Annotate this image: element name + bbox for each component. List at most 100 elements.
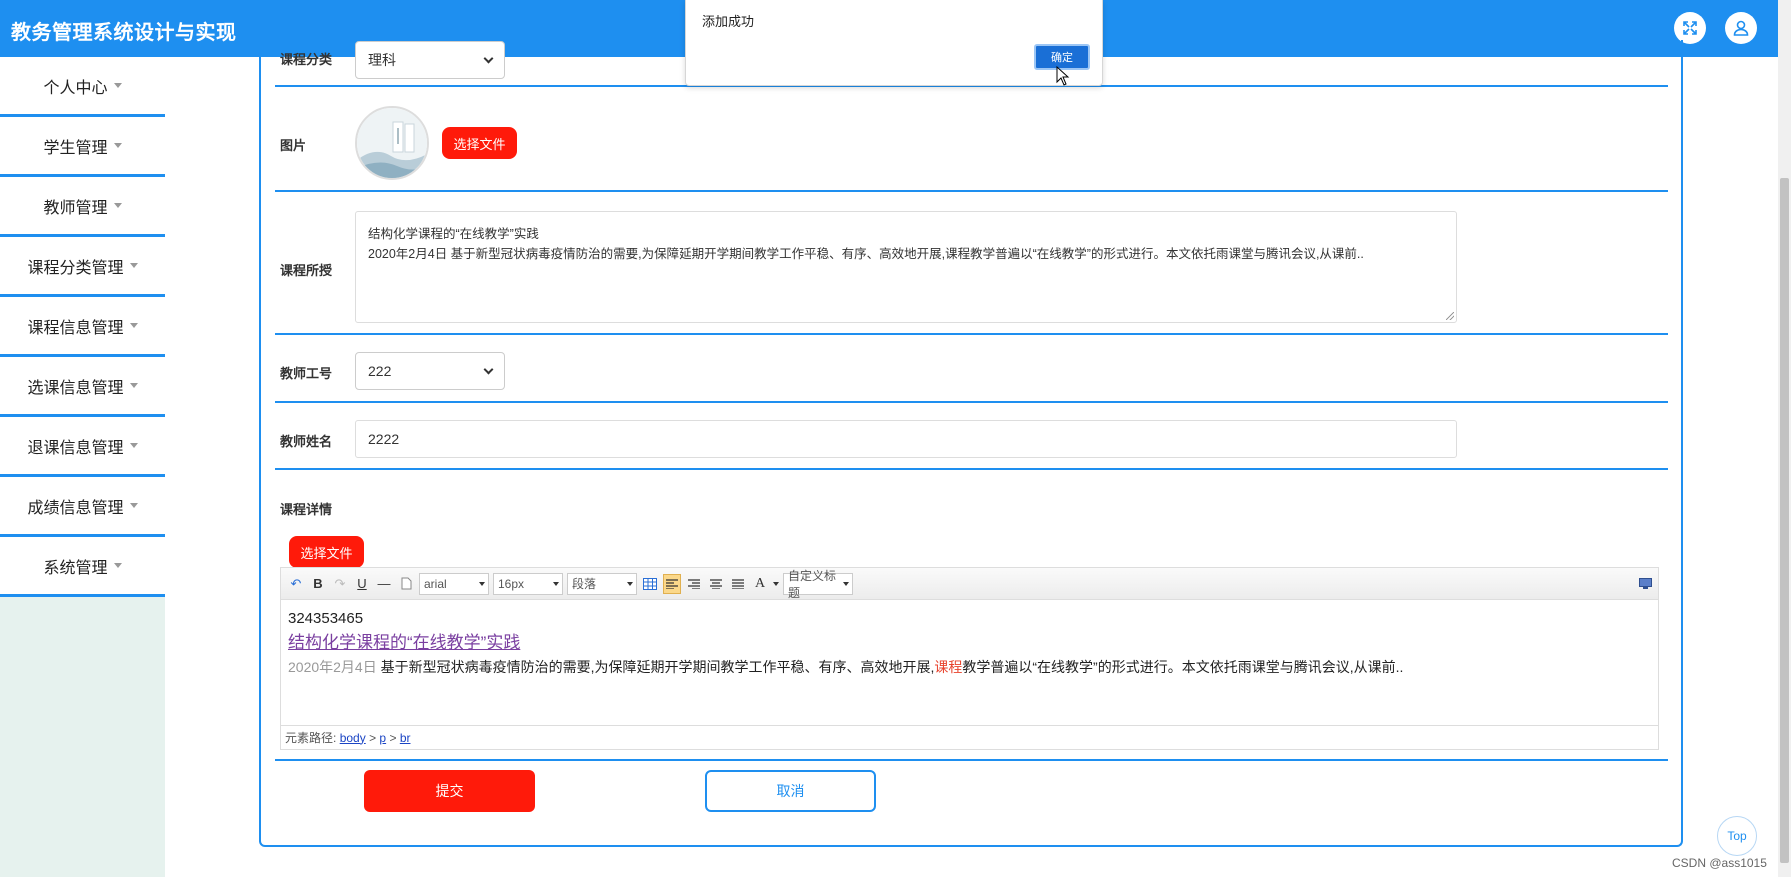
editor-line-3-text-b: 教学普遍以“在线教学”的形式进行。本文依托雨课堂与腾讯会议,从课前.. [962,659,1404,675]
caret-down-icon [129,383,138,388]
editor-line-2: 结构化学课程的“在线教学”实践 [288,633,521,652]
form-row-teacher-id: 教师工号 222 [275,335,1668,403]
sidebar-item-course-category[interactable]: 课程分类管理 [0,237,165,297]
source-code-icon[interactable] [1636,574,1654,594]
sidebar-item-label: 系统管理 [43,559,108,577]
sidebar-item-label: 成绩信息管理 [27,499,124,517]
font-family-value: arial [424,576,447,591]
caret-down-icon [113,83,122,88]
horizontal-rule-icon[interactable]: — [375,574,393,594]
sidebar-item-label: 教师管理 [43,199,108,217]
caret-down-icon [113,143,122,148]
sidebar: 个人中心 学生管理 教师管理 课程分类管理 课程信息管理 选课信息管理 退课信息… [0,57,165,877]
sidebar-item-course-selection[interactable]: 选课信息管理 [0,357,165,417]
custom-title-select[interactable]: 自定义标题 [783,569,853,600]
course-taught-label: 课程所授 [280,263,333,278]
form-row-image: 图片 选择文件 [275,87,1668,192]
alert-dialog: 添加成功 确定 [685,0,1103,86]
align-left-icon[interactable] [663,573,681,594]
course-taught-textarea[interactable]: 结构化学课程的“在线教学”实践 2020年2月4日 基于新型冠状病毒疫情防治的需… [355,211,1457,323]
dropdown-arrow-icon [553,581,559,586]
dropdown-arrow-icon [479,581,485,586]
caret-down-icon [129,263,138,268]
caret-down-icon [113,203,122,208]
path-link-p[interactable]: p [379,731,386,745]
caret-down-icon [113,563,122,568]
editor-content[interactable]: 324353465 结构化学课程的“在线教学”实践 2020年2月4日 基于新型… [288,608,1648,678]
watermark: CSDN @ass1015 [1672,856,1767,870]
rich-text-editor: ↶ B ↷ U — arial 16px 段落 A 自定义标题 32435346… [280,567,1659,750]
sidebar-item-course-info[interactable]: 课程信息管理 [0,297,165,357]
sidebar-item-system[interactable]: 系统管理 [0,537,165,597]
teacher-name-label: 教师姓名 [280,434,333,449]
dropdown-arrow-icon [627,581,633,586]
sidebar-item-label: 退课信息管理 [27,439,124,457]
align-center-icon[interactable] [707,574,725,594]
undo-icon[interactable]: ↶ [287,574,305,594]
font-color-icon[interactable]: A [751,574,769,594]
expand-icon [1683,21,1697,35]
underline-icon[interactable]: U [353,574,371,594]
dropdown-arrow-icon [843,581,849,586]
mouse-cursor-icon [1056,66,1070,86]
course-taught-line1: 结构化学课程的“在线教学”实践 [368,227,539,241]
sidebar-item-grades[interactable]: 成绩信息管理 [0,477,165,537]
path-link-br[interactable]: br [400,731,411,745]
element-path-label: 元素路径: [285,731,337,745]
editor-line-3-text-a: 基于新型冠状病毒疫情防治的需要,为保障延期开学期间教学工作平稳、有序、高效地开展… [376,659,935,675]
font-color-dropdown-icon[interactable] [773,581,779,586]
page-scrollbar[interactable] [1778,0,1791,877]
editor-line-3: 2020年2月4日 基于新型冠状病毒疫情防治的需要,为保障延期开学期间教学工作平… [288,656,1648,678]
editor-toolbar: ↶ B ↷ U — arial 16px 段落 A 自定义标题 [281,568,1658,600]
sidebar-item-label: 课程信息管理 [27,319,124,337]
sidebar-item-label: 学生管理 [43,139,108,157]
paragraph-select[interactable]: 段落 [567,572,637,595]
caret-down-icon [129,323,138,328]
user-button[interactable] [1725,12,1757,44]
teacher-name-input[interactable]: 2222 [355,420,1457,458]
sidebar-item-teachers[interactable]: 教师管理 [0,177,165,237]
image-label: 图片 [280,138,307,153]
editor-line-1: 324353465 [288,610,364,627]
image-choose-file-button[interactable]: 选择文件 [442,127,517,159]
course-detail-label: 课程详情 [280,502,333,517]
course-image-thumbnail [355,106,429,180]
course-taught-line2: 2020年2月4日 基于新型冠状病毒疫情防治的需要,为保障延期开学期间教学工作平… [368,247,1364,261]
paragraph-value: 段落 [572,577,597,591]
resize-handle-icon[interactable] [1446,312,1454,320]
path-link-body[interactable]: body [340,731,366,745]
detail-choose-file-button[interactable]: 选择文件 [289,536,364,568]
chevron-down-icon [483,364,494,374]
submit-button[interactable]: 提交 [364,770,535,812]
sidebar-item-personal-center[interactable]: 个人中心 [0,57,165,117]
redo-icon[interactable]: ↷ [331,574,349,594]
scrollbar-thumb[interactable] [1780,178,1789,863]
sidebar-item-course-drop[interactable]: 退课信息管理 [0,417,165,477]
teacher-id-value: 222 [368,363,392,379]
font-size-value: 16px [498,576,525,591]
custom-title-value: 自定义标题 [788,568,837,600]
bold-icon[interactable]: B [309,574,327,594]
category-select[interactable]: 理科 [355,41,505,79]
back-to-top-button[interactable]: Top [1717,816,1757,856]
form-row-teacher-name: 教师姓名 2222 [275,403,1668,470]
align-right-icon[interactable] [685,574,703,594]
user-icon [1733,20,1749,36]
font-size-select[interactable]: 16px [493,572,563,595]
caret-down-icon [129,503,138,508]
teacher-id-select[interactable]: 222 [355,352,505,390]
sidebar-item-students[interactable]: 学生管理 [0,117,165,177]
table-icon[interactable] [641,574,659,594]
align-justify-icon[interactable] [729,574,747,594]
new-document-icon[interactable] [397,574,415,594]
sidebar-item-label: 课程分类管理 [27,259,124,277]
element-path-bar: 元素路径: body > p > br [281,725,1658,749]
editor-line-3-highlight: 课程 [934,659,963,675]
caret-down-icon [129,443,138,448]
sidebar-item-label: 选课信息管理 [27,379,124,397]
cancel-button[interactable]: 取消 [705,770,876,812]
app-title: 教务管理系统设计与实现 [11,22,237,44]
sidebar-item-label: 个人中心 [43,79,108,97]
alert-message: 添加成功 [702,14,755,29]
font-family-select[interactable]: arial [419,572,489,595]
